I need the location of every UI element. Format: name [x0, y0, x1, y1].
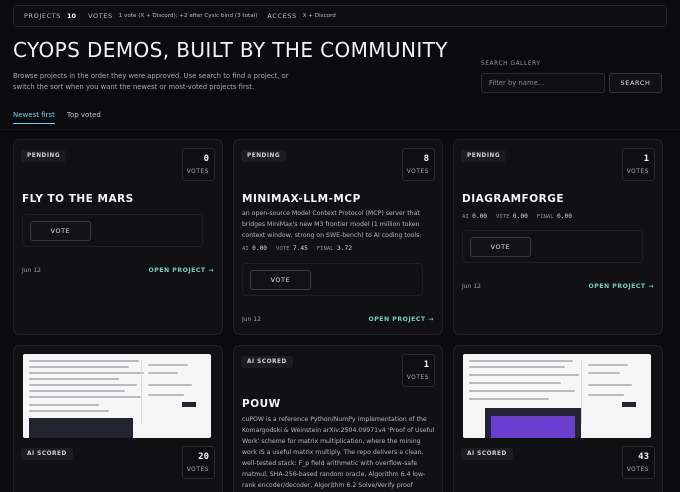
vote-count-box: 0 VOTES [182, 148, 215, 181]
projects-count: 10 [67, 12, 77, 20]
status-badge: PENDING [241, 150, 287, 162]
access-label: ACCESS [267, 12, 297, 20]
vote-count: 20 [198, 452, 209, 462]
tab-top-voted[interactable]: Top voted [67, 111, 101, 124]
open-project-link[interactable]: OPEN PROJECT → [148, 267, 214, 274]
project-card: PENDING 0 VOTES FLY TO THE MARS VOTE Jun… [13, 139, 223, 335]
vote-count-box: 20 VOTES [182, 446, 215, 479]
project-title: MINIMAX-LLM-MCP [242, 193, 361, 205]
project-date: Jun 12 [22, 267, 41, 274]
votes-label: VOTES [88, 12, 113, 20]
search-input[interactable] [481, 73, 605, 93]
vote-count: 8 [423, 154, 429, 164]
stats-bar: PROJECTS 10 VOTES 1 vote (X + Discord); … [13, 5, 667, 27]
vote-count-label: VOTES [406, 169, 429, 175]
vote-count-box: 1 VOTES [622, 148, 655, 181]
sort-tabs: Newest first Top voted [13, 111, 101, 124]
search-button[interactable]: SEARCH [609, 73, 662, 93]
votes-text: 1 vote (X + Discord); +2 after Cysic bin… [118, 13, 258, 19]
vote-count-box: 1 VOTES [402, 354, 435, 387]
project-screenshot [23, 354, 211, 438]
vote-button[interactable]: VOTE [30, 221, 91, 241]
ai-score: AI 0.00 [462, 213, 488, 220]
vote-count-label: VOTES [186, 467, 209, 473]
project-screenshot [463, 354, 651, 438]
page-title: CYOPS DEMOS, BUILT BY THE COMMUNITY [13, 38, 448, 62]
vote-count: 1 [423, 360, 429, 370]
status-badge: AI SCORED [241, 356, 293, 368]
vote-count-box: 8 VOTES [402, 148, 435, 181]
status-badge: PENDING [21, 150, 67, 162]
tab-newest-first[interactable]: Newest first [13, 111, 55, 124]
page-intro: Browse projects in the order they were a… [13, 72, 289, 91]
vote-count-label: VOTES [626, 169, 649, 175]
ai-score: AI 0.00 [242, 245, 268, 252]
vote-count-box: 43 VOTES [622, 446, 655, 479]
projects-label: PROJECTS [24, 12, 62, 20]
vote-panel: VOTE [22, 214, 203, 247]
vote-button[interactable]: VOTE [470, 237, 531, 257]
project-card: AI SCORED 1 VOTES POUW cuPOW is a refere… [233, 345, 443, 492]
vote-count-label: VOTES [406, 375, 429, 381]
project-card: AI SCORED 20 VOTES [13, 345, 223, 492]
vote-score: VOTE 7.45 [276, 245, 308, 252]
project-card: PENDING 8 VOTES MINIMAX-LLM-MCP an open-… [233, 139, 443, 335]
score-row: AI 0.00 VOTE 0.00 FINAL 0.00 [462, 213, 572, 220]
open-project-link[interactable]: OPEN PROJECT → [588, 283, 654, 290]
search-label: SEARCH GALLERY [481, 61, 541, 67]
open-project-link[interactable]: OPEN PROJECT → [368, 316, 434, 323]
project-title: FLY TO THE MARS [22, 193, 134, 205]
divider [0, 129, 680, 130]
project-date: Jun 12 [242, 316, 261, 323]
project-title: DIAGRAMFORGE [462, 193, 565, 205]
vote-count: 43 [638, 452, 649, 462]
vote-button[interactable]: VOTE [250, 270, 311, 290]
project-description: cuPOW is a reference Python/NumPy implem… [242, 416, 435, 489]
vote-count: 0 [203, 154, 209, 164]
project-card: PENDING 1 VOTES DIAGRAMFORGE AI 0.00 VOT… [453, 139, 663, 335]
access-text: X + Discord [302, 13, 336, 19]
vote-score: VOTE 0.00 [496, 213, 528, 220]
status-badge: PENDING [461, 150, 507, 162]
status-badge: AI SCORED [21, 448, 73, 460]
project-date: Jun 12 [462, 283, 481, 290]
project-description: an open-source Model Context Protocol (M… [242, 210, 422, 239]
vote-panel: VOTE [462, 230, 643, 263]
project-card: AI SCORED 43 VOTES [453, 345, 663, 492]
vote-panel: VOTE [242, 263, 423, 296]
vote-count-label: VOTES [186, 169, 209, 175]
final-score: FINAL 3.72 [316, 245, 352, 252]
vote-count: 1 [643, 154, 649, 164]
score-row: AI 0.00 VOTE 7.45 FINAL 3.72 [242, 245, 352, 252]
project-title: POUW [242, 398, 281, 410]
status-badge: AI SCORED [461, 448, 513, 460]
vote-count-label: VOTES [626, 467, 649, 473]
final-score: FINAL 0.00 [536, 213, 572, 220]
